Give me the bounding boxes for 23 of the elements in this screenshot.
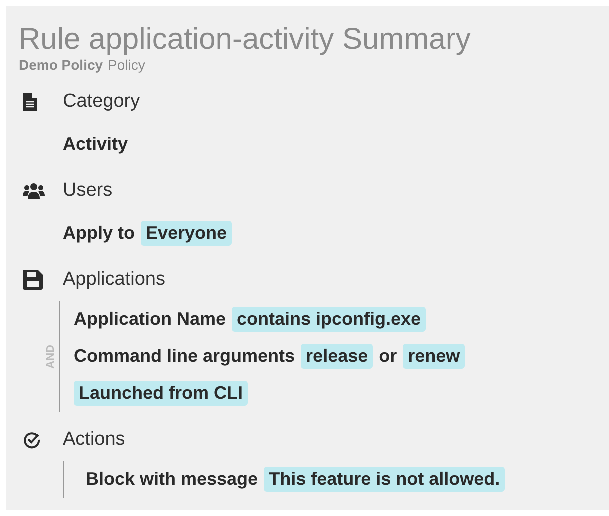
condition-text: Activity: [63, 134, 128, 155]
section-heading: Users: [63, 180, 113, 202]
value-tag: Launched from CLI: [74, 381, 248, 406]
policy-label: Policy: [108, 56, 146, 74]
condition-text: Block with message: [86, 469, 258, 490]
value-tag: This feature is not allowed.: [264, 467, 506, 492]
policy-name: Demo Policy: [19, 56, 104, 74]
section-heading: Actions: [63, 428, 126, 450]
condition-text: Command line arguments: [74, 346, 296, 367]
condition-text: Application Name: [74, 309, 226, 330]
summary-title: Rule application-activity Summary: [19, 24, 472, 56]
value-tag: Everyone: [141, 221, 232, 246]
value-tag: renew: [403, 344, 466, 369]
value-tag: contains ipconfig.exe: [232, 307, 426, 332]
value-tag: release: [301, 344, 374, 369]
section-heading: Applications: [63, 268, 166, 290]
condition-text: or: [379, 346, 398, 367]
check-circle-icon: [23, 430, 41, 448]
condition-text: Apply to: [63, 223, 135, 244]
users-icon: [23, 182, 45, 198]
save-icon: [23, 270, 43, 290]
section-heading: Category: [63, 90, 140, 112]
document-icon: [23, 92, 37, 110]
